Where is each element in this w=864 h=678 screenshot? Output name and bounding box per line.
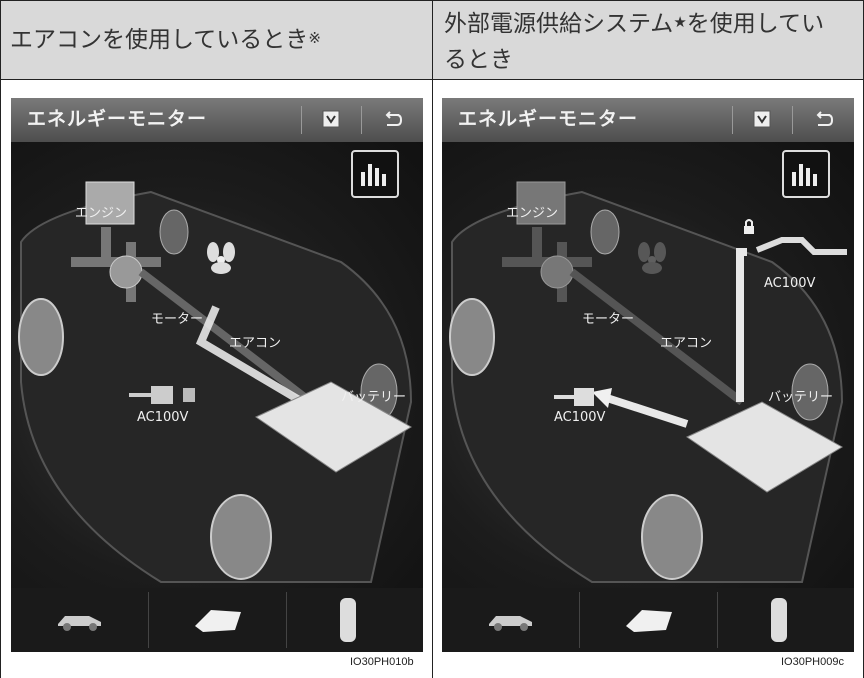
- engine-label: エンジン: [506, 206, 559, 221]
- energy-flow-screen: エンジン モーター エアコン バッテリー AC100V: [11, 142, 423, 588]
- wheel-icon: [641, 494, 703, 580]
- titlebar: エネルギーモニター: [442, 98, 854, 142]
- motor-icon: [109, 255, 143, 289]
- menu-icon[interactable]: [751, 108, 773, 130]
- lock-icon: [744, 219, 754, 234]
- menu-icon[interactable]: [320, 108, 342, 130]
- wheel-icon: [210, 494, 272, 580]
- plug-icon: [755, 237, 847, 255]
- ac-input-label: AC100V: [764, 276, 816, 291]
- graph-button[interactable]: [782, 150, 830, 198]
- graph-button[interactable]: [351, 150, 399, 198]
- header-right: 外部電源供給システム★を使用してい るとき: [444, 11, 825, 73]
- motor-label: モーター: [582, 312, 635, 327]
- view-selector: [11, 588, 423, 652]
- figure-code-right: IO30PH009c: [781, 656, 844, 668]
- titlebar: エネルギーモニター: [11, 98, 423, 142]
- engine-label: エンジン: [75, 206, 128, 221]
- header-left: エアコンを使用しているとき※: [10, 27, 321, 53]
- energy-monitor-right: エネルギーモニター エンジン モーター エアコン バッテリー AC100V AC…: [442, 98, 854, 652]
- hybrid-car-diagram: [18, 181, 413, 583]
- car-angle-icon[interactable]: [191, 602, 245, 636]
- car-top-icon[interactable]: [768, 596, 790, 644]
- car-top-icon[interactable]: [337, 596, 359, 644]
- motor-label: モーター: [151, 312, 204, 327]
- back-icon[interactable]: [381, 108, 403, 130]
- wheel-icon: [18, 298, 64, 376]
- car-side-icon[interactable]: [486, 608, 536, 632]
- battery-label: バッテリー: [341, 390, 407, 405]
- battery-label: バッテリー: [768, 390, 834, 405]
- car-angle-icon[interactable]: [622, 602, 676, 636]
- car-side-icon[interactable]: [55, 608, 105, 632]
- ac-label: AC100V: [137, 410, 189, 425]
- view-selector: [442, 588, 854, 652]
- aircon-label: エアコン: [660, 336, 713, 351]
- energy-flow-screen: エンジン モーター エアコン バッテリー AC100V AC100V: [442, 142, 854, 588]
- figure-code-left: IO30PH010b: [350, 656, 414, 668]
- ac-output-label: AC100V: [554, 410, 606, 425]
- energy-monitor-left: エネルギーモニター エンジン モーター エアコン バッテリー AC100V: [11, 98, 423, 652]
- hybrid-car-diagram: [449, 181, 847, 583]
- screen-title: エネルギーモニター: [458, 108, 639, 130]
- wheel-icon: [449, 298, 495, 376]
- motor-icon: [540, 255, 574, 289]
- aircon-label: エアコン: [229, 336, 282, 351]
- back-icon[interactable]: [812, 108, 834, 130]
- screen-title: エネルギーモニター: [27, 108, 208, 130]
